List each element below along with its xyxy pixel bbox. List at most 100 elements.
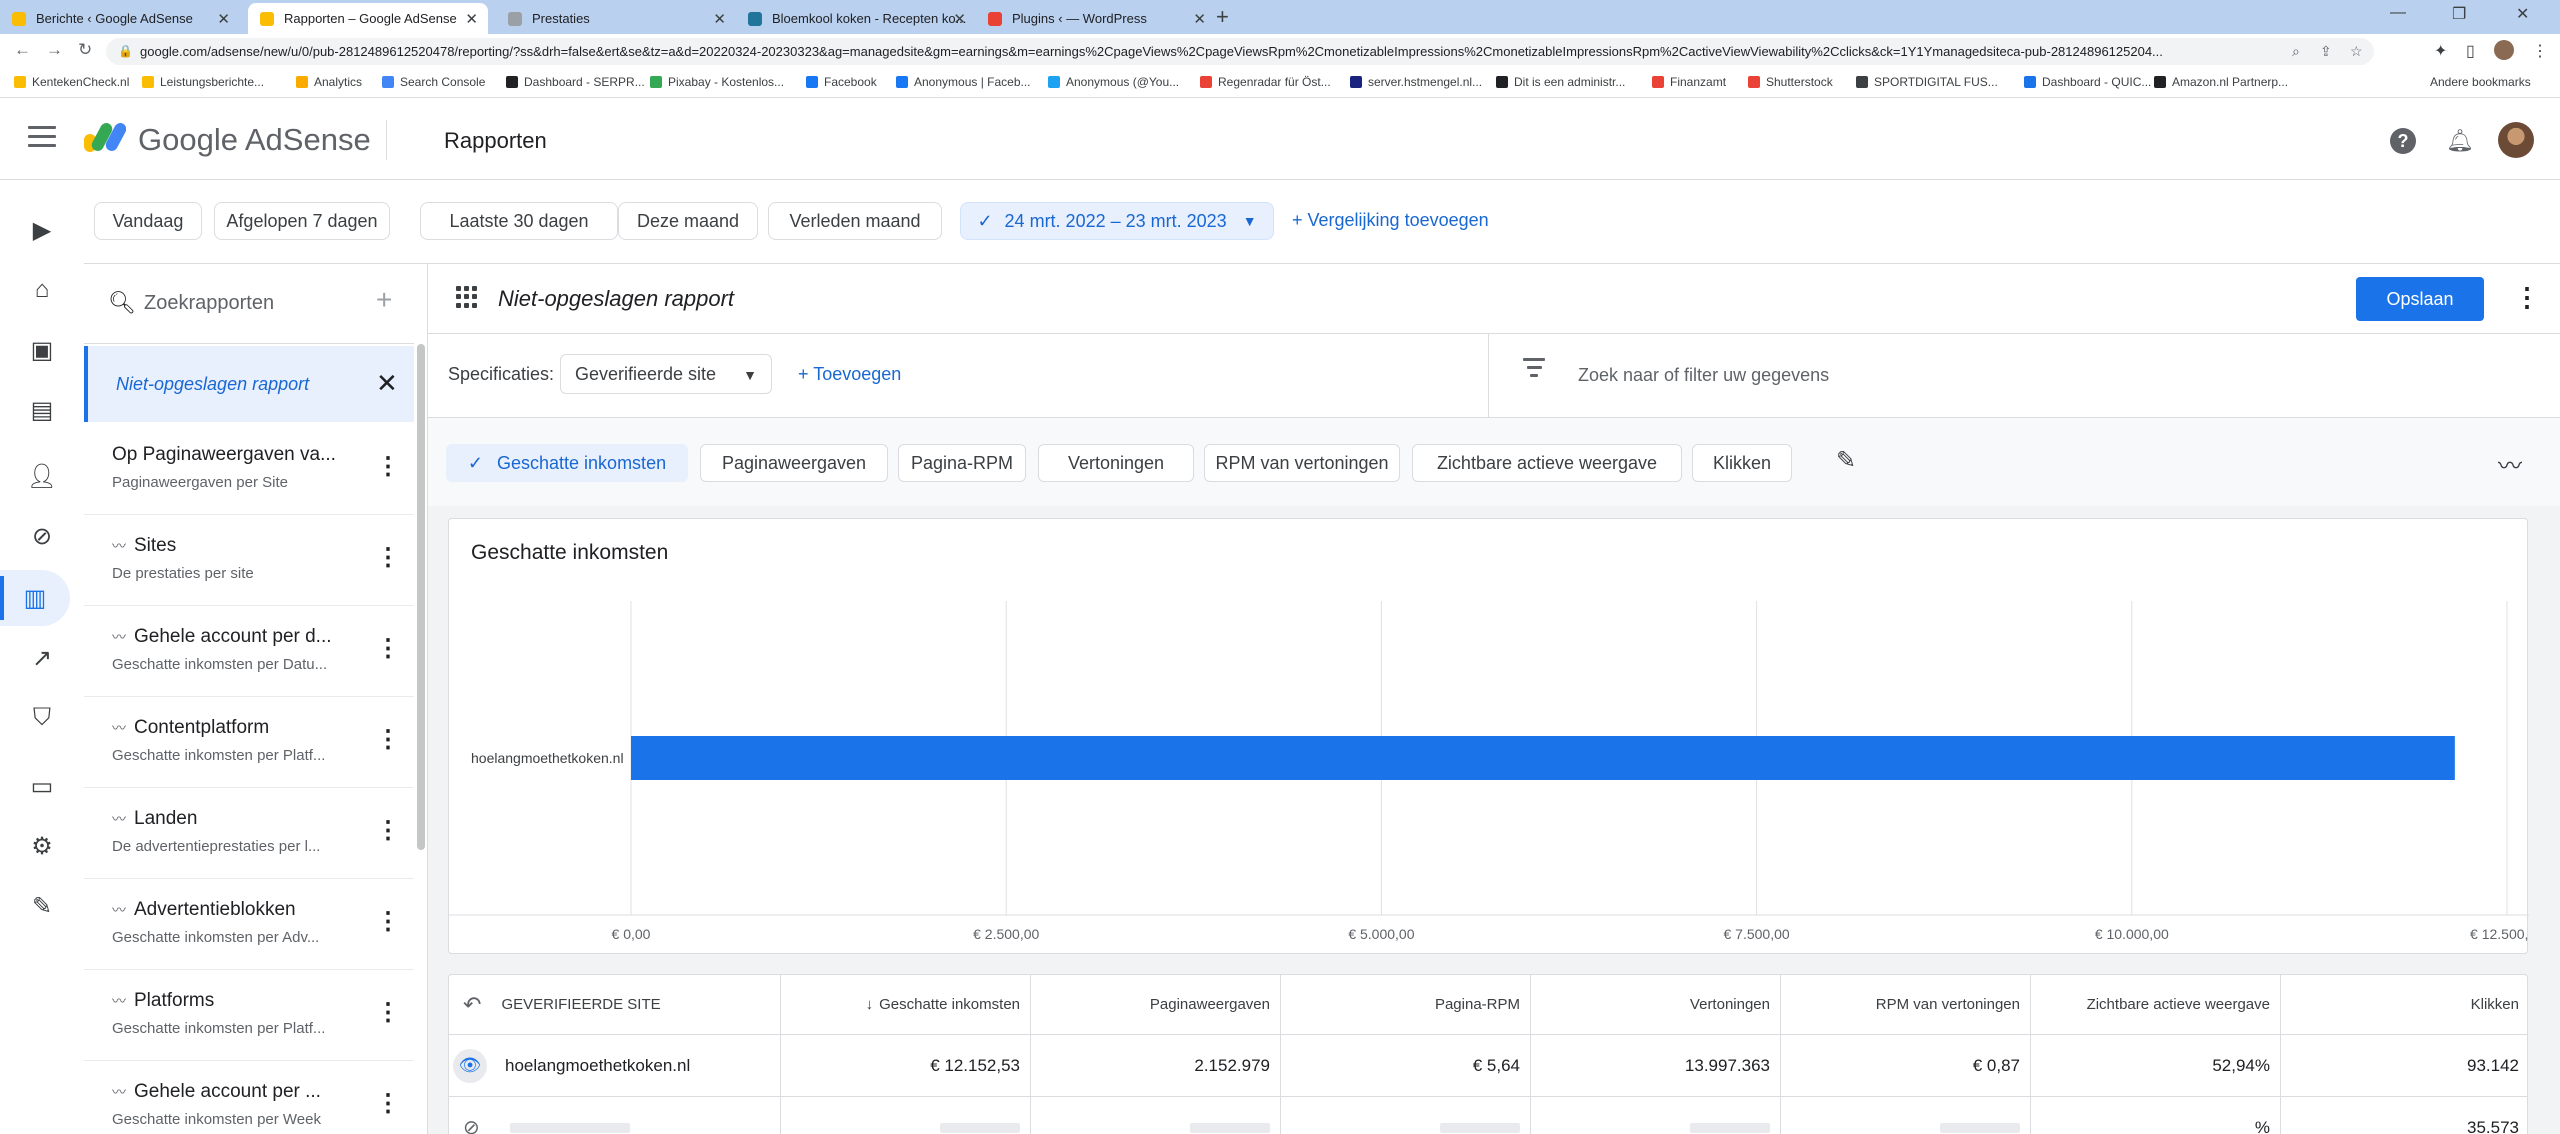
- close-window-icon[interactable]: ✕: [2516, 4, 2529, 24]
- privacy-messaging-icon[interactable]: ⛉: [0, 690, 84, 746]
- date-preset-chip[interactable]: Laatste 30 dagen: [420, 202, 618, 240]
- saved-report-item[interactable]: 〰 Platforms Geschatte inkomsten per Platf.…: [84, 970, 414, 1061]
- metric-chip[interactable]: Vertoningen: [1038, 444, 1194, 482]
- specification-dropdown[interactable]: Geverifieerde site ▼: [560, 354, 772, 394]
- more-vert-icon[interactable]: ⋮: [376, 634, 400, 663]
- more-vert-icon[interactable]: ⋮: [376, 1089, 400, 1118]
- bookmark-item[interactable]: KentekenCheck.nl: [14, 75, 129, 89]
- column-header[interactable]: Pagina-RPM: [1281, 975, 1531, 1034]
- sidepanel-icon[interactable]: ▯: [2466, 41, 2475, 61]
- settings-icon[interactable]: ⚙︎: [0, 818, 84, 874]
- forward-icon[interactable]: →: [46, 40, 63, 60]
- date-preset-chip[interactable]: Vandaag: [94, 202, 202, 240]
- account-access-icon[interactable]: 👤︎: [0, 448, 84, 504]
- eye-off-icon[interactable]: ⊘: [463, 1115, 480, 1134]
- browser-tab[interactable]: Rapporten – Google AdSense ✕: [248, 3, 488, 34]
- bookmark-item[interactable]: Search Console: [382, 75, 485, 89]
- bookmark-item[interactable]: Anonymous (@You...: [1048, 75, 1179, 89]
- add-report-icon[interactable]: +: [376, 284, 392, 316]
- hamburger-menu-icon[interactable]: [28, 126, 56, 148]
- column-header[interactable]: ↶ GEVERIFIEERDE SITE: [449, 975, 781, 1034]
- bookmark-item[interactable]: Amazon.nl Partnerp...: [2154, 75, 2288, 89]
- tab-close-icon[interactable]: ✕: [953, 10, 966, 28]
- youtube-icon[interactable]: ▶︎: [0, 202, 84, 258]
- account-avatar[interactable]: [2498, 122, 2534, 158]
- eye-icon[interactable]: 👁︎: [453, 1048, 487, 1083]
- profile-avatar[interactable]: [2494, 40, 2514, 60]
- more-vert-icon[interactable]: ⋮: [376, 543, 400, 572]
- browser-tab[interactable]: Prestaties ✕: [496, 3, 736, 34]
- add-specification-link[interactable]: + Toevoegen: [798, 364, 901, 385]
- tab-close-icon[interactable]: ✕: [217, 10, 230, 28]
- tab-close-icon[interactable]: ✕: [1193, 10, 1206, 28]
- extensions-icon[interactable]: ✦: [2434, 41, 2447, 61]
- apps-grid-icon[interactable]: [456, 286, 478, 308]
- metric-chip[interactable]: ✓ Geschatte inkomsten: [446, 444, 688, 482]
- date-preset-chip[interactable]: Deze maand: [618, 202, 758, 240]
- saved-report-item[interactable]: 〰 Landen De advertentieprestaties per l...…: [84, 788, 414, 879]
- bookmark-item[interactable]: Facebook: [806, 75, 877, 89]
- tab-close-icon[interactable]: ✕: [465, 10, 478, 28]
- tab-close-icon[interactable]: ✕: [713, 10, 726, 28]
- more-vert-icon[interactable]: ⋮: [376, 725, 400, 754]
- metric-chip[interactable]: Paginaweergaven: [700, 444, 888, 482]
- feedback-icon[interactable]: ✎: [0, 878, 84, 934]
- filter-icon[interactable]: [1522, 358, 1546, 382]
- column-header[interactable]: Klikken: [2281, 975, 2527, 1034]
- reload-icon[interactable]: ↻: [78, 40, 92, 60]
- bookmark-item[interactable]: Dit is een administr...: [1496, 75, 1625, 89]
- saved-report-item[interactable]: 〰 Contentplatform Geschatte inkomsten per …: [84, 697, 414, 788]
- notifications-bell-icon[interactable]: 🔔︎: [2446, 128, 2474, 154]
- address-bar[interactable]: 🔒 google.com/adsense/new/u/0/pub-2812489…: [106, 38, 2374, 65]
- saved-report-item[interactable]: 〰 Gehele account per ... Geschatte inkomst…: [84, 1061, 414, 1134]
- browser-tab[interactable]: Plugins ‹ — WordPress ✕: [976, 3, 1216, 34]
- table-row[interactable]: 👁︎ hoelangmoethetkoken.nl € 12.152,53 2.152…: [449, 1035, 2527, 1097]
- ads-icon[interactable]: ▤: [0, 382, 84, 438]
- minimize-icon[interactable]: —: [2390, 4, 2406, 22]
- other-bookmarks[interactable]: Andere bookmarks: [2430, 75, 2531, 89]
- bookmark-item[interactable]: Pixabay - Kostenlos...: [650, 75, 784, 89]
- help-icon[interactable]: ?: [2390, 128, 2416, 154]
- more-options-icon[interactable]: ⋮: [2514, 282, 2540, 313]
- column-header[interactable]: ↓ Geschatte inkomsten: [781, 975, 1031, 1034]
- date-preset-chip[interactable]: Verleden maand: [768, 202, 942, 240]
- date-preset-chip[interactable]: Afgelopen 7 dagen: [214, 202, 390, 240]
- bookmark-item[interactable]: Dashboard - SERPR...: [506, 75, 645, 89]
- more-vert-icon[interactable]: ⋮: [376, 452, 400, 481]
- payments-icon[interactable]: ▭: [0, 758, 84, 814]
- maximize-icon[interactable]: ❐: [2452, 4, 2466, 24]
- saved-report-item[interactable]: Op Paginaweergaven va... Paginaweergaven …: [84, 424, 414, 515]
- metric-chip[interactable]: RPM van vertoningen: [1204, 444, 1400, 482]
- browser-menu-icon[interactable]: ⋮: [2532, 41, 2548, 61]
- filter-input[interactable]: [1578, 360, 2378, 390]
- blocking-controls-icon[interactable]: ⊘: [0, 508, 84, 564]
- column-header[interactable]: Paginaweergaven: [1031, 975, 1281, 1034]
- url-text[interactable]: google.com/adsense/new/u/0/pub-281248961…: [140, 44, 2280, 59]
- column-header[interactable]: RPM van vertoningen: [1781, 975, 2031, 1034]
- share-icon[interactable]: ⇪: [2320, 43, 2332, 60]
- save-button[interactable]: Opslaan: [2356, 277, 2484, 321]
- bookmark-item[interactable]: Dashboard - QUIC...: [2024, 75, 2151, 89]
- edit-metrics-pencil-icon[interactable]: ✎: [1836, 446, 1856, 475]
- more-vert-icon[interactable]: ⋮: [376, 907, 400, 936]
- home-icon[interactable]: ⌂: [0, 262, 84, 318]
- sites-icon[interactable]: ▣: [0, 322, 84, 378]
- optimization-icon[interactable]: ↗: [0, 630, 84, 686]
- metric-chip[interactable]: Zichtbare actieve weergave: [1412, 444, 1682, 482]
- bookmark-item[interactable]: Regenradar für Öst...: [1200, 75, 1331, 89]
- browser-tab[interactable]: Berichte ‹ Google AdSense ✕: [0, 3, 240, 34]
- saved-report-item[interactable]: 〰 Advertentieblokken Geschatte inkomsten p…: [84, 879, 414, 970]
- browser-tab[interactable]: Bloemkool koken - Recepten ko... ✕: [736, 3, 976, 34]
- bookmark-item[interactable]: SPORTDIGITAL FUS...: [1856, 75, 1998, 89]
- table-row[interactable]: ⊘% 35.573: [449, 1097, 2527, 1134]
- bookmark-star-icon[interactable]: ☆: [2350, 43, 2363, 60]
- add-comparison-link[interactable]: + Vergelijking toevoegen: [1292, 210, 1489, 231]
- bookmark-item[interactable]: Finanzamt: [1652, 75, 1726, 89]
- report-search-input[interactable]: [144, 288, 364, 318]
- bookmark-item[interactable]: Anonymous | Faceb...: [896, 75, 1031, 89]
- new-tab-button[interactable]: +: [1216, 4, 1229, 30]
- reports-icon[interactable]: ▥: [0, 570, 70, 626]
- date-range-picker[interactable]: ✓ 24 mrt. 2022 – 23 mrt. 2023 ▼: [960, 202, 1274, 240]
- bookmark-item[interactable]: server.hstmengel.nl...: [1350, 75, 1482, 89]
- sidebar-scrollbar[interactable]: [417, 344, 425, 850]
